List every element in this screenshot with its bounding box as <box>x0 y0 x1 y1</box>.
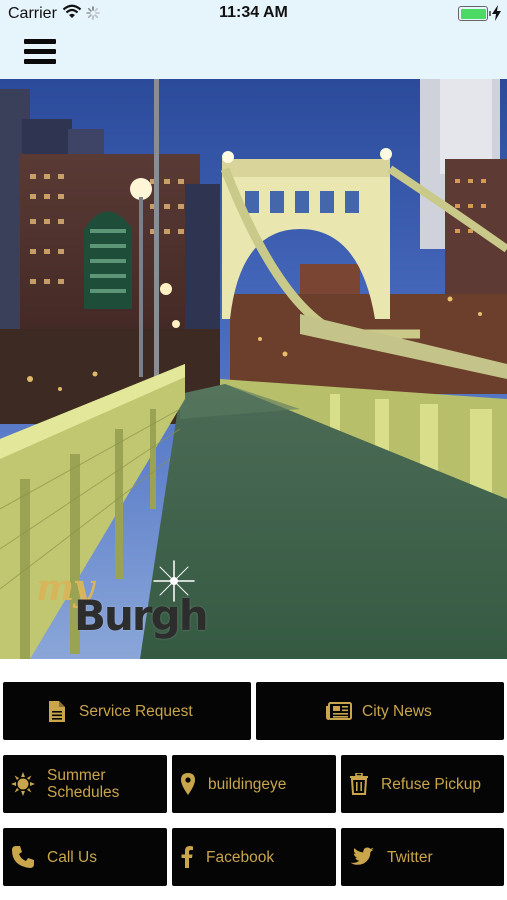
city-news-button[interactable]: City News <box>256 682 504 740</box>
refuse-pickup-label: Refuse Pickup <box>381 775 481 793</box>
buildingeye-button[interactable]: buildingeye <box>172 755 336 813</box>
facebook-icon <box>180 846 194 868</box>
map-pin-icon <box>180 773 196 795</box>
buildingeye-label: buildingeye <box>208 775 287 793</box>
refuse-pickup-button[interactable]: Refuse Pickup <box>341 755 504 813</box>
call-us-label: Call Us <box>47 848 97 866</box>
phone-icon <box>11 846 35 868</box>
summer-schedules-line2: Schedules <box>47 784 120 801</box>
call-us-button[interactable]: Call Us <box>3 828 167 886</box>
twitter-button[interactable]: Twitter <box>341 828 504 886</box>
service-request-button[interactable]: Service Request <box>3 682 251 740</box>
action-grid: Service Request City News Summer Schedul… <box>0 659 507 900</box>
clock: 11:34 AM <box>219 4 288 21</box>
sun-icon <box>11 772 35 796</box>
facebook-label: Facebook <box>206 848 275 866</box>
summer-schedules-line1: Summer <box>47 767 106 784</box>
hero-image: my Burgh <box>0 79 507 659</box>
trash-icon <box>349 773 369 795</box>
charging-bolt-icon <box>492 5 501 21</box>
summer-schedules-label: Summer Schedules <box>47 767 119 801</box>
twitter-label: Twitter <box>387 848 433 866</box>
hamburger-menu-icon[interactable] <box>24 38 56 66</box>
battery-icon <box>458 6 491 21</box>
twitter-icon <box>349 847 375 867</box>
service-request-label: Service Request <box>79 702 193 720</box>
summer-schedules-button[interactable]: Summer Schedules <box>3 755 167 813</box>
facebook-button[interactable]: Facebook <box>172 828 336 886</box>
sparkle-icon <box>153 560 195 602</box>
myburgh-logo: my Burgh <box>34 560 224 652</box>
newspaper-icon <box>326 702 352 720</box>
status-bar: Carrier 11:34 AM <box>0 0 507 28</box>
document-icon <box>47 700 67 722</box>
header-bar <box>0 28 507 79</box>
city-news-label: City News <box>362 702 432 720</box>
